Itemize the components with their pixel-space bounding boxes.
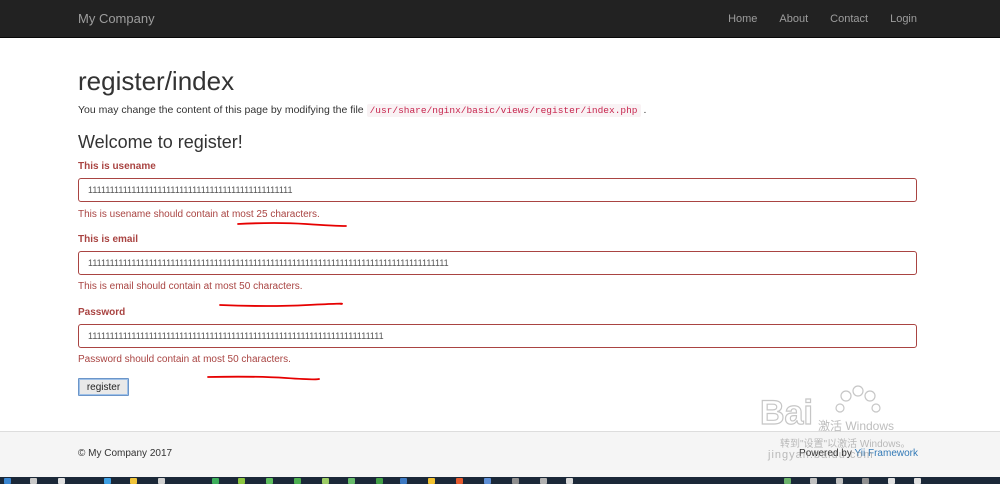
- start-icon[interactable]: [4, 478, 11, 484]
- taskbar-app-icon[interactable]: [104, 478, 111, 484]
- footer-copyright: © My Company 2017: [78, 448, 173, 459]
- intro-text-label: You may change the content of this page …: [78, 104, 364, 116]
- intro-text: You may change the content of this page …: [78, 104, 647, 117]
- email-input[interactable]: [78, 251, 917, 275]
- taskbar-app-icon[interactable]: [130, 478, 137, 484]
- taskbar-app-icon[interactable]: [30, 478, 37, 484]
- page-title: register/index: [78, 66, 235, 96]
- taskbar-app-icon[interactable]: [484, 478, 491, 484]
- tray-icon[interactable]: [862, 478, 869, 484]
- password-error-underline: [207, 375, 320, 381]
- taskbar-app-icon[interactable]: [322, 478, 329, 484]
- nav-item-home: Home: [717, 0, 768, 38]
- taskbar-app-icon[interactable]: [456, 478, 463, 484]
- register-button[interactable]: register: [78, 378, 129, 396]
- svg-text:Bai: Bai: [760, 394, 813, 432]
- nav-link-home[interactable]: Home: [717, 0, 768, 38]
- navbar: My Company Home About Contact Login: [0, 0, 1000, 38]
- tray-icon[interactable]: [810, 478, 817, 484]
- taskbar-app-icon[interactable]: [266, 478, 273, 484]
- taskbar-app-icon[interactable]: [400, 478, 407, 484]
- form-heading: Welcome to register!: [78, 132, 243, 152]
- taskbar-app-icon[interactable]: [294, 478, 301, 484]
- nav-link-contact[interactable]: Contact: [819, 0, 879, 38]
- taskbar-app-icon[interactable]: [376, 478, 383, 484]
- nav-link-about[interactable]: About: [768, 0, 819, 38]
- password-label: Password: [78, 307, 126, 318]
- nav-item-login: Login: [879, 0, 928, 38]
- taskbar-app-icon[interactable]: [158, 478, 165, 484]
- nav-item-contact: Contact: [819, 0, 879, 38]
- tray-icon[interactable]: [888, 478, 895, 484]
- taskbar-app-icon[interactable]: [428, 478, 435, 484]
- email-label: This is email: [78, 234, 139, 245]
- tray-icon[interactable]: [914, 478, 921, 484]
- taskbar-app-icon[interactable]: [212, 478, 219, 484]
- taskbar-app-icon[interactable]: [58, 478, 65, 484]
- intro-text-end: .: [643, 104, 647, 116]
- password-input[interactable]: [78, 324, 917, 348]
- taskbar-app-icon[interactable]: [238, 478, 245, 484]
- username-label: This is usename: [78, 161, 156, 172]
- nav-link-login[interactable]: Login: [879, 0, 928, 38]
- email-error-underline: [219, 302, 343, 307]
- watermark-overlay: Bai 激活 Windows 转到"设置"以激活 Windows。 jingya…: [760, 378, 960, 468]
- username-error-underline: [237, 222, 347, 227]
- nav-menu: Home About Contact Login: [717, 0, 928, 38]
- taskbar-app-icon[interactable]: [512, 478, 519, 484]
- tray-icon[interactable]: [836, 478, 843, 484]
- watermark-activate-title: 激活 Windows: [818, 419, 895, 433]
- watermark-activate-sub: 转到"设置"以激活 Windows。: [780, 439, 911, 450]
- taskbar-app-icon[interactable]: [566, 478, 573, 484]
- username-error: This is usename should contain at most 2…: [78, 209, 320, 220]
- tray-icon[interactable]: [784, 478, 791, 484]
- email-error: This is email should contain at most 50 …: [78, 281, 303, 292]
- brand-link[interactable]: My Company: [78, 11, 155, 26]
- watermark-url: jingyan.baidu.com: [768, 449, 874, 461]
- username-input[interactable]: [78, 178, 917, 202]
- taskbar-app-icon[interactable]: [540, 478, 547, 484]
- password-error: Password should contain at most 50 chara…: [78, 354, 291, 365]
- taskbar: [0, 477, 1000, 484]
- file-path-code: /usr/share/nginx/basic/views/register/in…: [366, 104, 641, 117]
- nav-item-about: About: [768, 0, 819, 38]
- taskbar-app-icon[interactable]: [348, 478, 355, 484]
